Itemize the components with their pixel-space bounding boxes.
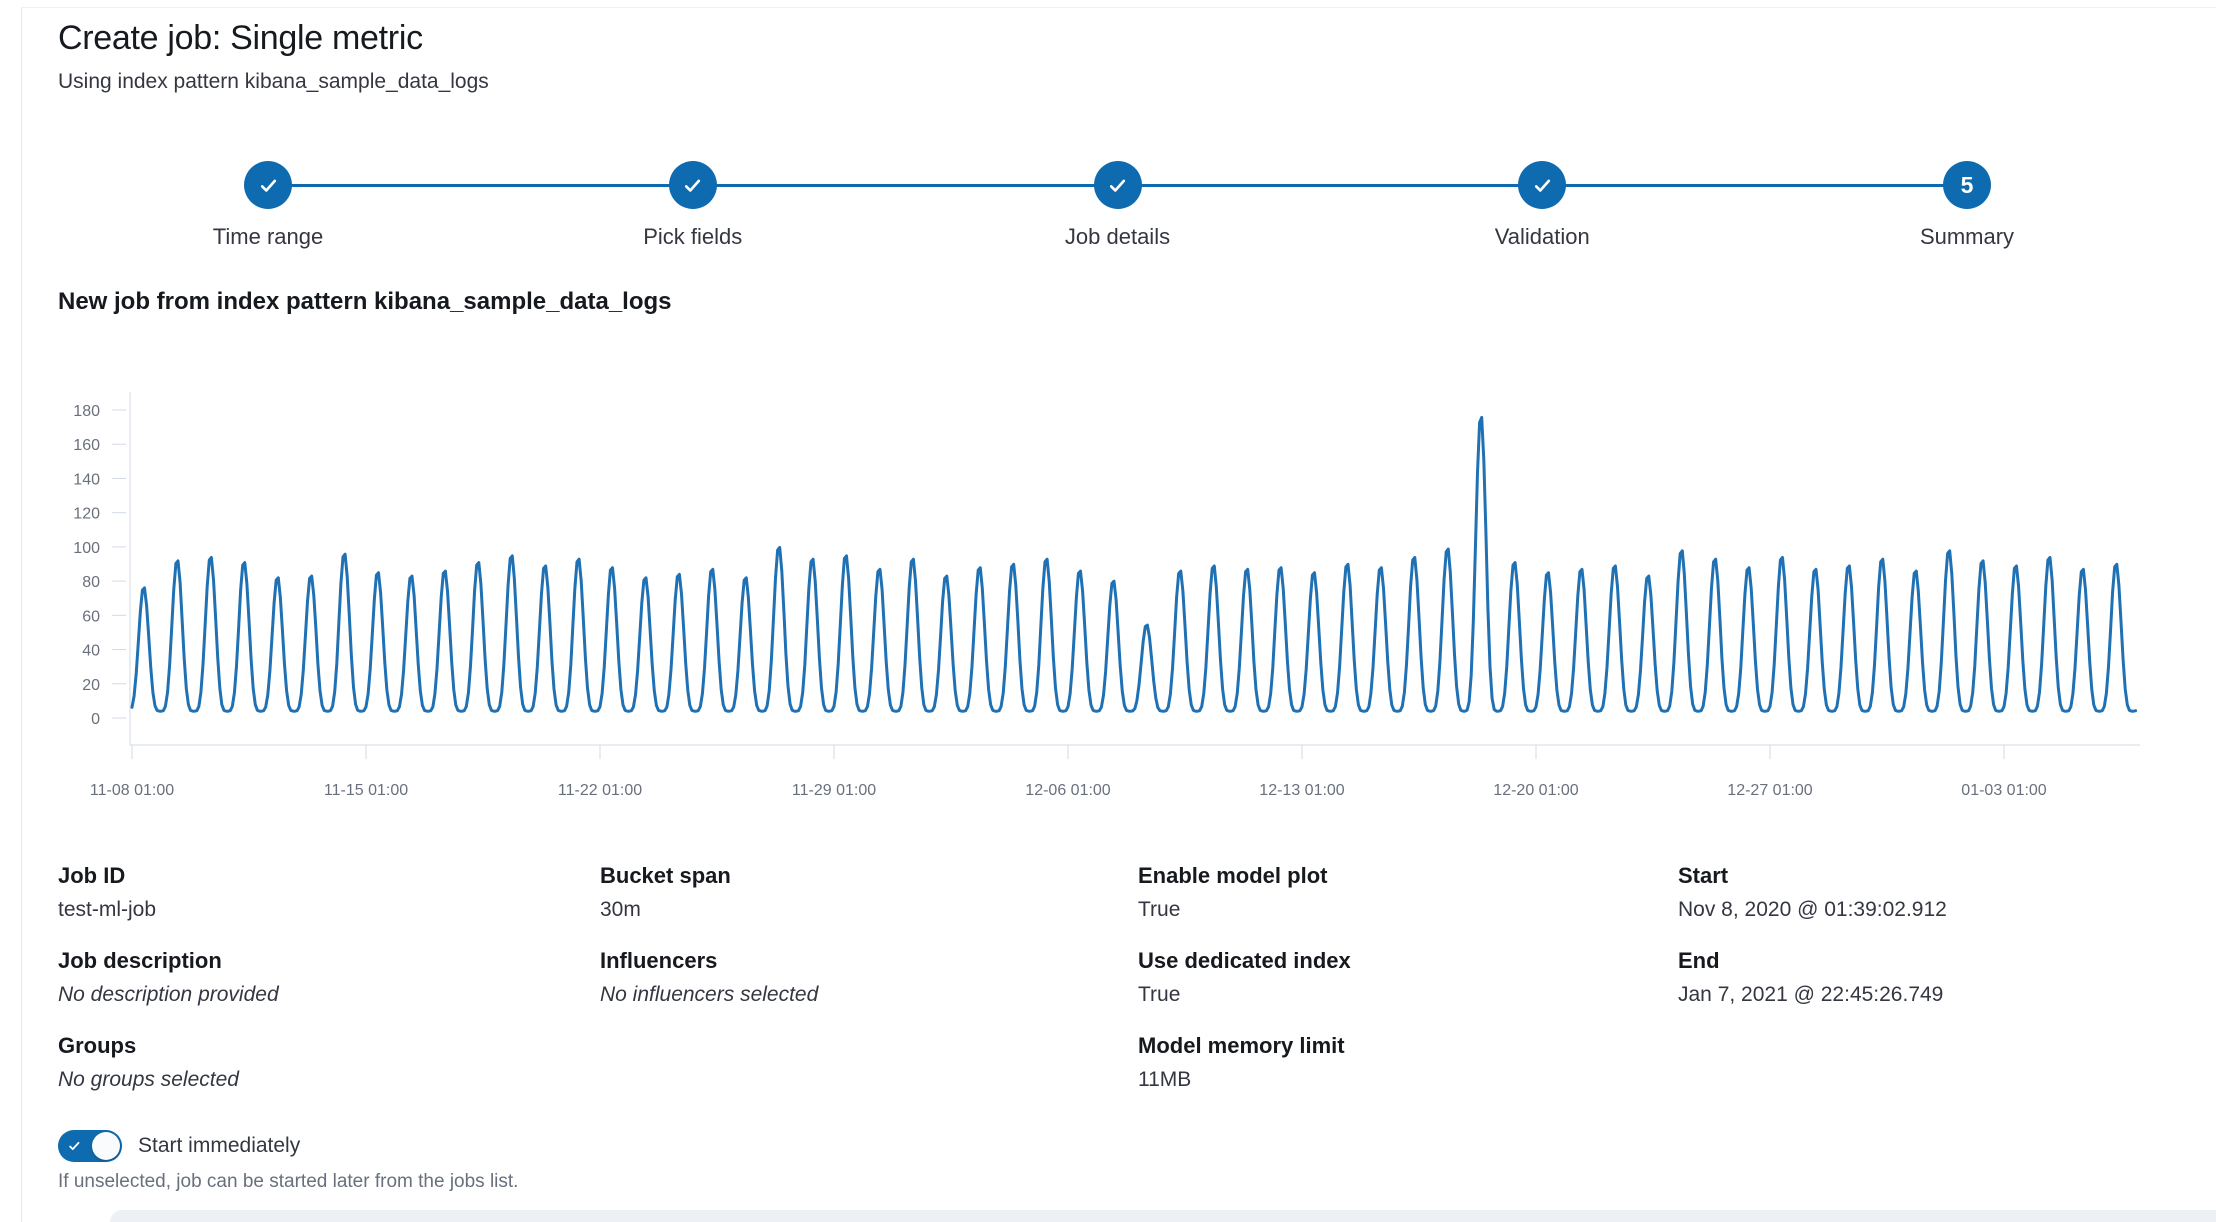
wizard-stepper: Time rangePick fieldsJob detailsValidati… <box>268 161 1967 261</box>
start-immediately-help: If unselected, job can be started later … <box>58 1170 518 1194</box>
y-axis-tick-label: 40 <box>82 643 100 660</box>
y-axis-tick-label: 120 <box>73 506 100 523</box>
step-2-label: Pick fields <box>543 223 843 251</box>
summary-item-end: End Jan 7, 2021 @ 22:45:26.749 <box>1678 947 1947 1008</box>
summary-item-use-dedicated-index: Use dedicated index True <box>1138 947 1351 1008</box>
start-value: Nov 8, 2020 @ 01:39:02.912 <box>1678 896 1947 923</box>
event-rate-line <box>132 417 2136 711</box>
summary-column-4: Start Nov 8, 2020 @ 01:39:02.912 End Jan 7,… <box>1678 862 1947 1032</box>
page-top-border <box>21 7 2216 8</box>
page-header: Create job: Single metric Using index pa… <box>58 16 489 96</box>
step-5: 5 Summary <box>1817 161 2117 251</box>
summary-item-bucket-span: Bucket span 30m <box>600 862 818 923</box>
start-immediately-toggle[interactable] <box>58 1130 122 1162</box>
use-dedicated-index-label: Use dedicated index <box>1138 947 1351 975</box>
step-3-indicator-check-icon[interactable] <box>1094 161 1142 209</box>
x-axis-tick-label: 11-15 01:00 <box>324 782 408 799</box>
start-immediately-label: Start immediately <box>138 1134 300 1158</box>
y-axis-tick-label: 140 <box>73 471 100 488</box>
bucket-span-value: 30m <box>600 896 818 923</box>
x-axis-tick-label: 11-08 01:00 <box>90 782 174 799</box>
x-axis-tick-label: 12-27 01:00 <box>1727 782 1813 799</box>
x-axis-tick-label: 11-22 01:00 <box>558 782 642 799</box>
summary-item-model-memory-limit: Model memory limit 11MB <box>1138 1032 1351 1093</box>
y-axis-tick-label: 180 <box>73 403 100 420</box>
page-title: Create job: Single metric <box>58 16 489 60</box>
model-memory-limit-value: 11MB <box>1138 1066 1351 1093</box>
influencers-value: No influencers selected <box>600 981 818 1008</box>
step-4-indicator-check-icon[interactable] <box>1518 161 1566 209</box>
x-axis-tick-label: 12-06 01:00 <box>1025 782 1111 799</box>
step-3-label: Job details <box>968 223 1268 251</box>
summary-column-2: Bucket span 30m Influencers No influencers … <box>600 862 818 1032</box>
job-description-value: No description provided <box>58 981 279 1008</box>
y-axis-tick-label: 0 <box>91 711 100 728</box>
event-rate-chart: 0 20 40 60 80 100 120 140 160 180 11-08 01:00 11-15… <box>0 392 2216 817</box>
groups-label: Groups <box>58 1032 279 1060</box>
start-immediately-row: Start immediately <box>58 1130 300 1162</box>
bottom-panel-edge <box>110 1210 2216 1222</box>
check-icon <box>1532 175 1553 196</box>
event-rate-chart-svg: 0 20 40 60 80 100 120 140 160 180 11-08 01:00 11-15… <box>0 392 2216 817</box>
step-2: Pick fields <box>543 161 843 251</box>
page-subtitle: Using index pattern kibana_sample_data_l… <box>58 68 489 96</box>
check-icon <box>1107 175 1128 196</box>
x-axis-tick-label: 12-20 01:00 <box>1493 782 1579 799</box>
summary-item-start: Start Nov 8, 2020 @ 01:39:02.912 <box>1678 862 1947 923</box>
enable-model-plot-value: True <box>1138 896 1351 923</box>
step-1-label: Time range <box>118 223 418 251</box>
use-dedicated-index-value: True <box>1138 981 1351 1008</box>
x-axis-tick-label: 12-13 01:00 <box>1259 782 1345 799</box>
step-3: Job details <box>968 161 1268 251</box>
toggle-check-icon <box>67 1139 82 1153</box>
step-5-indicator-current[interactable]: 5 <box>1943 161 1991 209</box>
y-axis-tick-label: 100 <box>73 540 100 557</box>
summary-item-job-id: Job ID test-ml-job <box>58 862 279 923</box>
summary-item-enable-model-plot: Enable model plot True <box>1138 862 1351 923</box>
y-axis-tick-label: 20 <box>82 677 100 694</box>
end-label: End <box>1678 947 1947 975</box>
create-job-wizard-page: Create job: Single metric Using index pa… <box>0 0 2216 1222</box>
summary-item-job-description: Job description No description provided <box>58 947 279 1008</box>
y-axis-tick-label: 60 <box>82 608 100 625</box>
x-axis-tick-label: 11-29 01:00 <box>792 782 876 799</box>
influencers-label: Influencers <box>600 947 818 975</box>
start-label: Start <box>1678 862 1947 890</box>
check-icon <box>682 175 703 196</box>
summary-column-3: Enable model plotTrueUse dedicated index… <box>1138 862 1351 1117</box>
summary-column-1: Job ID test-ml-job Job description No descr… <box>58 862 279 1117</box>
step-4-label: Validation <box>1392 223 1692 251</box>
y-axis-tick-label: 160 <box>73 437 100 454</box>
bucket-span-label: Bucket span <box>600 862 818 890</box>
job-summary-grid: Job ID test-ml-job Job description No descr… <box>0 862 2216 1122</box>
toggle-knob <box>92 1132 120 1160</box>
job-description-label: Job description <box>58 947 279 975</box>
step-4: Validation <box>1392 161 1692 251</box>
enable-model-plot-label: Enable model plot <box>1138 862 1351 890</box>
step-1: Time range <box>118 161 418 251</box>
summary-item-influencers: Influencers No influencers selected <box>600 947 818 1008</box>
groups-value: No groups selected <box>58 1066 279 1093</box>
summary-item-groups: Groups No groups selected <box>58 1032 279 1093</box>
model-memory-limit-label: Model memory limit <box>1138 1032 1351 1060</box>
end-value: Jan 7, 2021 @ 22:45:26.749 <box>1678 981 1947 1008</box>
step-2-indicator-check-icon[interactable] <box>669 161 717 209</box>
x-axis-tick-label: 01-03 01:00 <box>1961 782 2047 799</box>
y-axis-tick-label: 80 <box>82 574 100 591</box>
step-5-label: Summary <box>1817 223 2117 251</box>
section-heading: New job from index pattern kibana_sample… <box>58 288 672 316</box>
check-icon <box>258 175 279 196</box>
step-1-indicator-check-icon[interactable] <box>244 161 292 209</box>
job-id-value: test-ml-job <box>58 896 279 923</box>
job-id-label: Job ID <box>58 862 279 890</box>
